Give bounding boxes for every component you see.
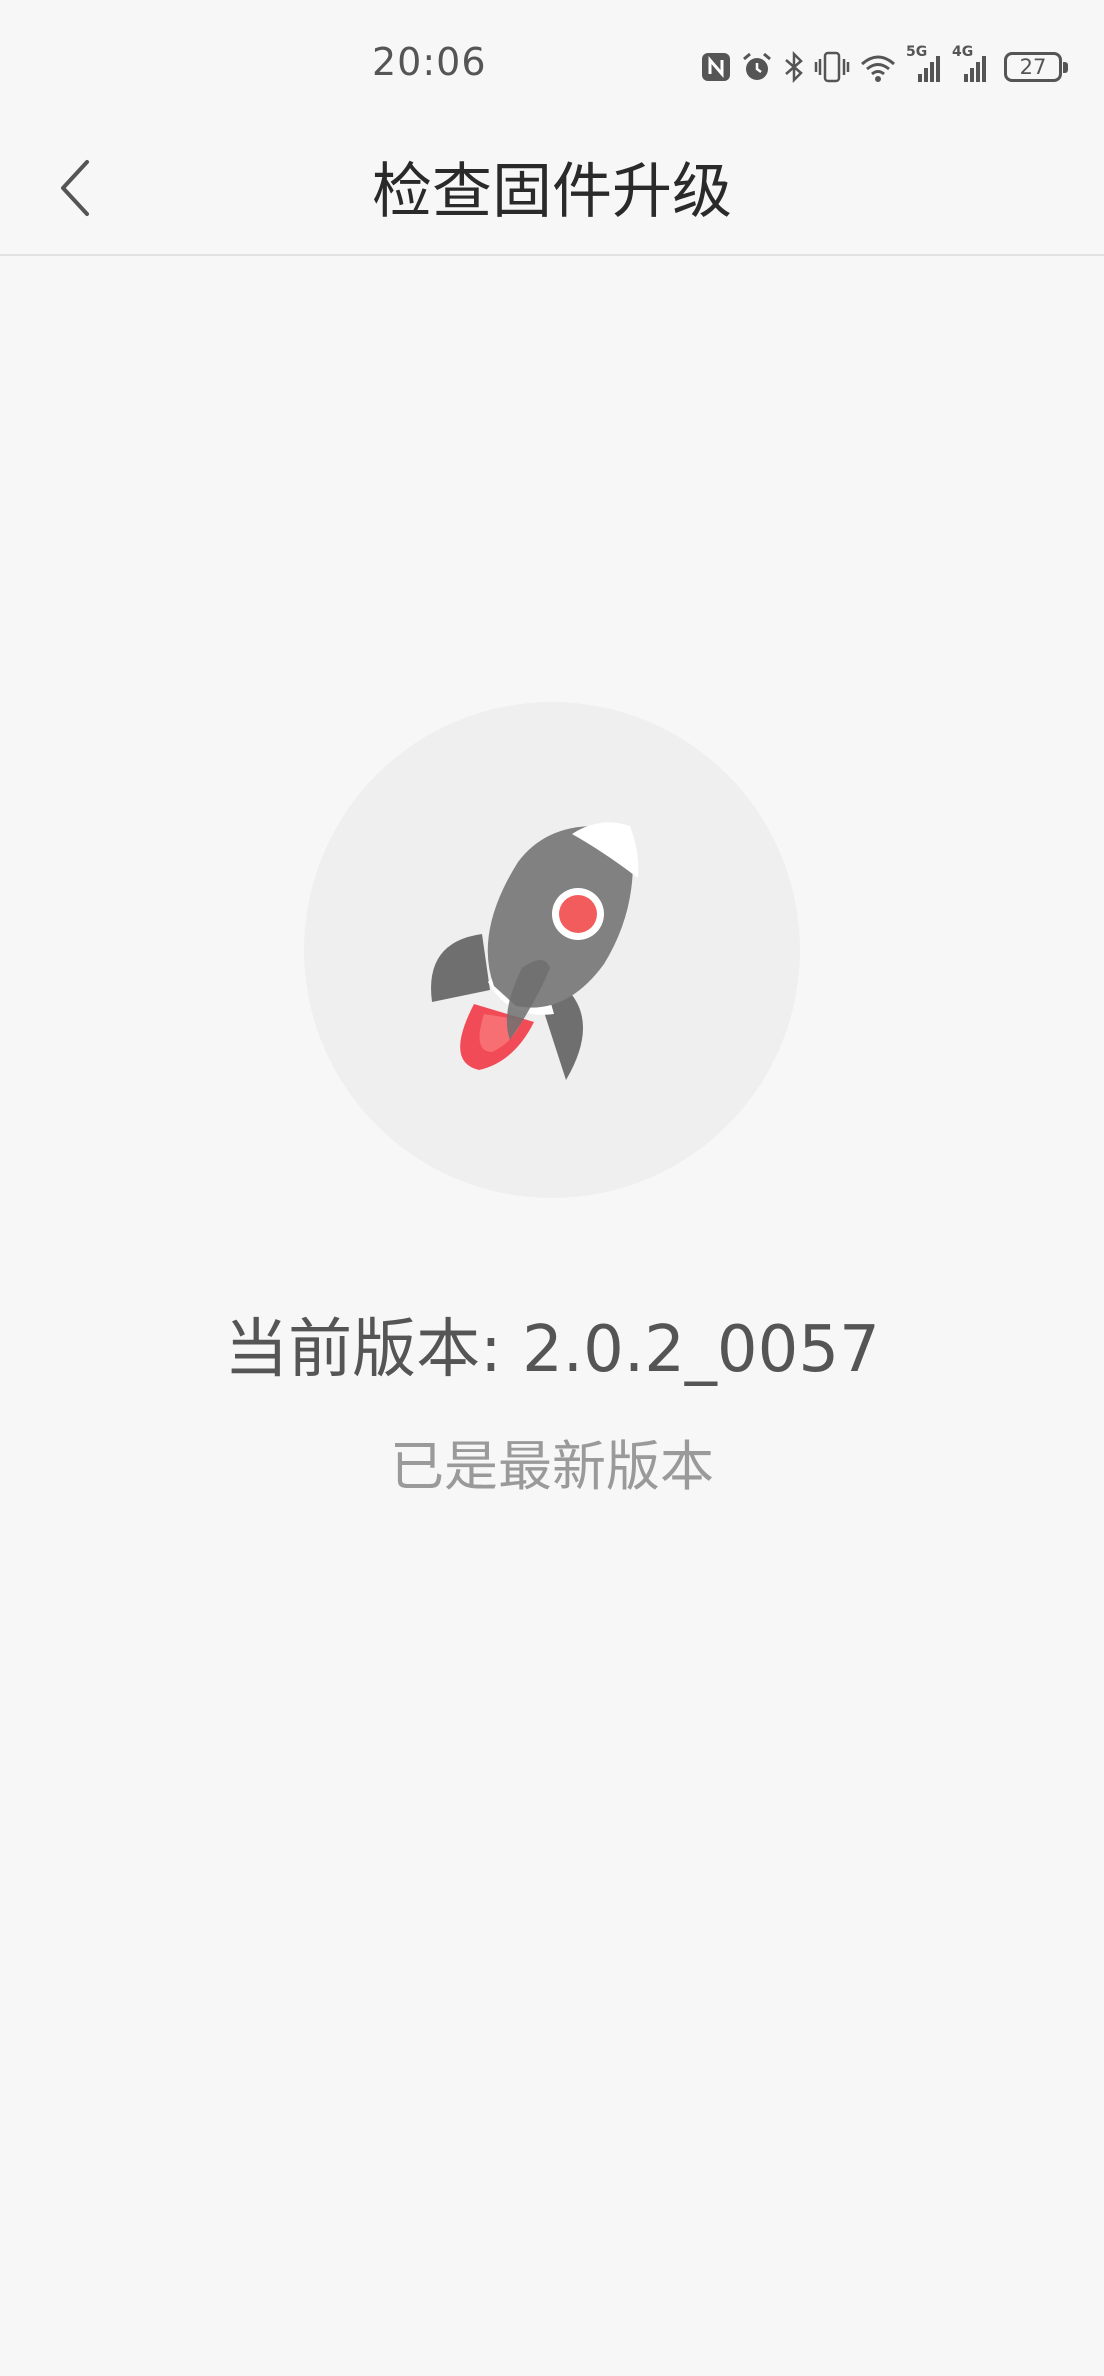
vibrate-icon: [814, 50, 850, 84]
signal-5g-icon: 5G: [906, 44, 944, 84]
battery-icon: 27: [1004, 52, 1068, 82]
app-bar: 检查固件升级: [0, 130, 1104, 256]
nfc-icon: [700, 51, 732, 83]
signal-4g-icon: 4G: [952, 44, 990, 84]
alarm-icon: [740, 50, 774, 84]
page-title: 检查固件升级: [372, 157, 732, 227]
wifi-icon: [858, 50, 898, 84]
bluetooth-icon: [782, 50, 806, 84]
status-icons: 5G 4G 27: [700, 44, 1068, 90]
status-bar: 20:06 5G 4G 27: [0, 0, 1104, 130]
update-status: 已是最新版本: [390, 1435, 714, 1498]
status-time: 20:06: [372, 40, 487, 84]
rocket-icon: [431, 822, 639, 1080]
current-version: 当前版本: 2.0.2_0057: [224, 1313, 880, 1387]
rocket-illustration: [304, 702, 800, 1198]
battery-level: 27: [1019, 55, 1047, 79]
